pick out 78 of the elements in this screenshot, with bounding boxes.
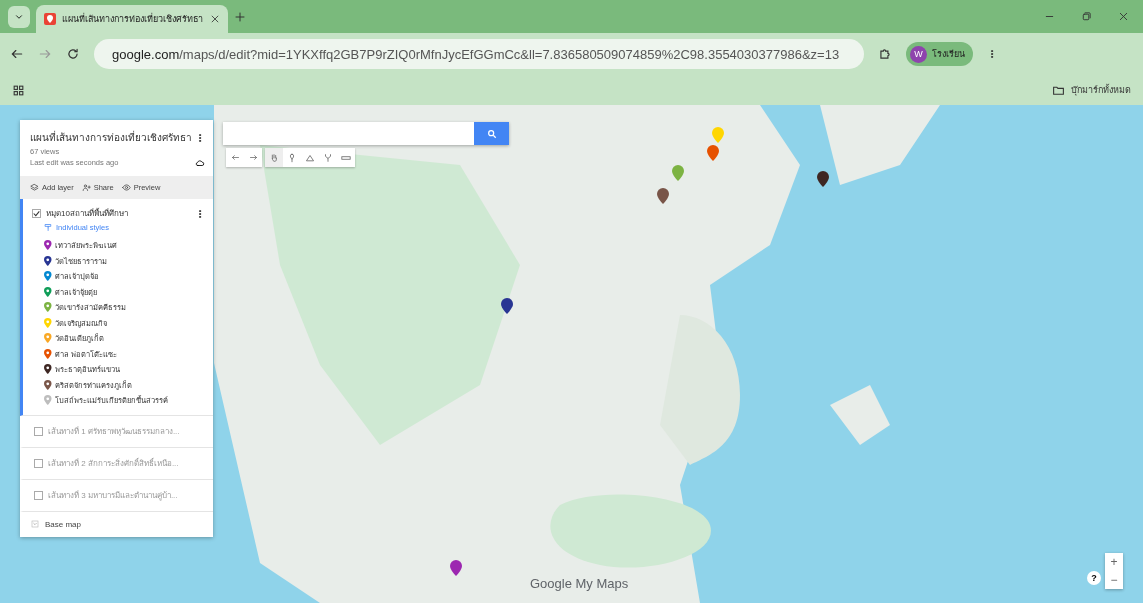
layer[interactable]: [20, 199, 213, 416]
map-pin-icon[interactable]: [450, 560, 462, 576]
pin-icon: [44, 348, 52, 359]
browser-tab[interactable]: แผนที่เส้นทางการท่องเที่ยวเชิงศรัทธา: [36, 5, 228, 33]
search-button[interactable]: [474, 122, 509, 145]
close-icon: [210, 14, 220, 24]
back-button[interactable]: [10, 47, 24, 61]
reload-button[interactable]: [66, 47, 80, 61]
layer-title: เส้นทางที่ 2 สักการะสิ่งศักดิ์สิทธิ์เหนือ...: [48, 456, 180, 470]
base-map-label[interactable]: Base map: [45, 519, 82, 529]
pin-icon: [44, 317, 52, 328]
map-pin-icon[interactable]: [501, 298, 513, 314]
check-icon: [33, 210, 40, 217]
help-button[interactable]: ?: [1087, 571, 1101, 585]
layers-icon: [30, 183, 39, 192]
map-pin-icon[interactable]: [657, 188, 669, 204]
redo-button[interactable]: [244, 148, 262, 167]
layer-checkbox[interactable]: [34, 426, 43, 436]
add-marker-button[interactable]: [283, 148, 301, 167]
profile-button[interactable]: W โรงเรียน: [906, 42, 973, 66]
add-person-icon: [81, 183, 91, 192]
layer-checkbox[interactable]: [34, 490, 43, 500]
pin-icon: [44, 302, 52, 313]
pin-icon: [44, 286, 52, 297]
close-icon: [1118, 11, 1129, 22]
restore-icon: [1081, 11, 1092, 22]
arrow-right-icon: [38, 47, 52, 61]
chevron-down-icon: [14, 12, 24, 22]
forward-button[interactable]: [38, 47, 52, 61]
search-field[interactable]: [223, 122, 474, 145]
map-pin-icon: [44, 13, 56, 25]
redo-icon: [248, 153, 258, 162]
hand-icon: [269, 152, 279, 163]
bookmarks-folder[interactable]: บุ๊กมาร์กทั้งหมด: [1052, 83, 1131, 97]
close-window-button[interactable]: [1118, 11, 1129, 22]
apps-button[interactable]: [12, 83, 25, 97]
paint-roller-icon: [44, 223, 53, 232]
tab-title: แผนที่เส้นทางการท่องเที่ยวเชิงศรัทธา: [62, 12, 204, 26]
pin-icon: [44, 379, 52, 390]
plus-icon: [234, 10, 246, 23]
pin-icon: [44, 240, 52, 251]
pin-icon: [44, 395, 52, 406]
measure-button[interactable]: [337, 148, 355, 167]
map-title[interactable]: แผนที่เส้นทางการท่องเที่ยวเชิงศรัทธา: [30, 130, 195, 145]
route-icon: [323, 152, 333, 163]
layer-title: เส้นทางที่ 1 ศรัทธาพหุวัฒนธรรมกลาง...: [48, 425, 181, 438]
undo-button[interactable]: [226, 148, 244, 167]
layer-checkbox[interactable]: [32, 209, 41, 218]
pin-icon: [44, 255, 52, 266]
zoom-out-button[interactable]: −: [1105, 571, 1123, 589]
close-tab-button[interactable]: [210, 14, 220, 24]
layer-checkbox[interactable]: [34, 458, 43, 468]
zoom-in-button[interactable]: +: [1105, 553, 1123, 571]
layer-title: เส้นทางที่ 3 มหาบารมีและตำนานคู่บ้า...: [48, 489, 179, 502]
pin-icon: [44, 364, 52, 375]
eye-icon: [121, 183, 131, 192]
cloud-icon: [195, 158, 205, 168]
undo-icon: [230, 153, 240, 162]
reload-icon: [66, 47, 80, 61]
pan-tool-button[interactable]: [265, 148, 283, 167]
url-text: google.com/maps/d/edit?mid=1YKXffq2GB7P9rZIQ0rMfnJycEfGGmCc&ll=7.836580509074859%2C98.3554030377986&z=13: [112, 46, 840, 62]
extensions-button[interactable]: [878, 47, 892, 61]
layer-title: หมุด10สถานที่พื้นที่ศึกษา: [46, 207, 129, 220]
map-logo: Google My Maps: [530, 576, 629, 591]
address-bar[interactable]: google.com/maps/d/edit?mid=1YKXffq2GB7P9rZIQ0rMfnJycEfGGmCc&ll=7.836580509074859%2C98.3554030377986&z=13: [94, 39, 864, 69]
new-tab-button[interactable]: [234, 10, 246, 23]
avatar: W: [910, 45, 927, 63]
puzzle-icon: [878, 47, 892, 61]
apps-grid-icon: [12, 83, 25, 97]
search-icon: [486, 128, 497, 139]
restore-button[interactable]: [1081, 11, 1092, 22]
expand-icon: [31, 520, 39, 528]
pin-icon: [44, 333, 52, 344]
arrow-left-icon: [10, 47, 24, 61]
polyline-icon: [305, 152, 315, 163]
pin-icon: [44, 271, 52, 282]
marker-icon: [287, 152, 297, 163]
map-pin-icon[interactable]: [817, 171, 829, 187]
